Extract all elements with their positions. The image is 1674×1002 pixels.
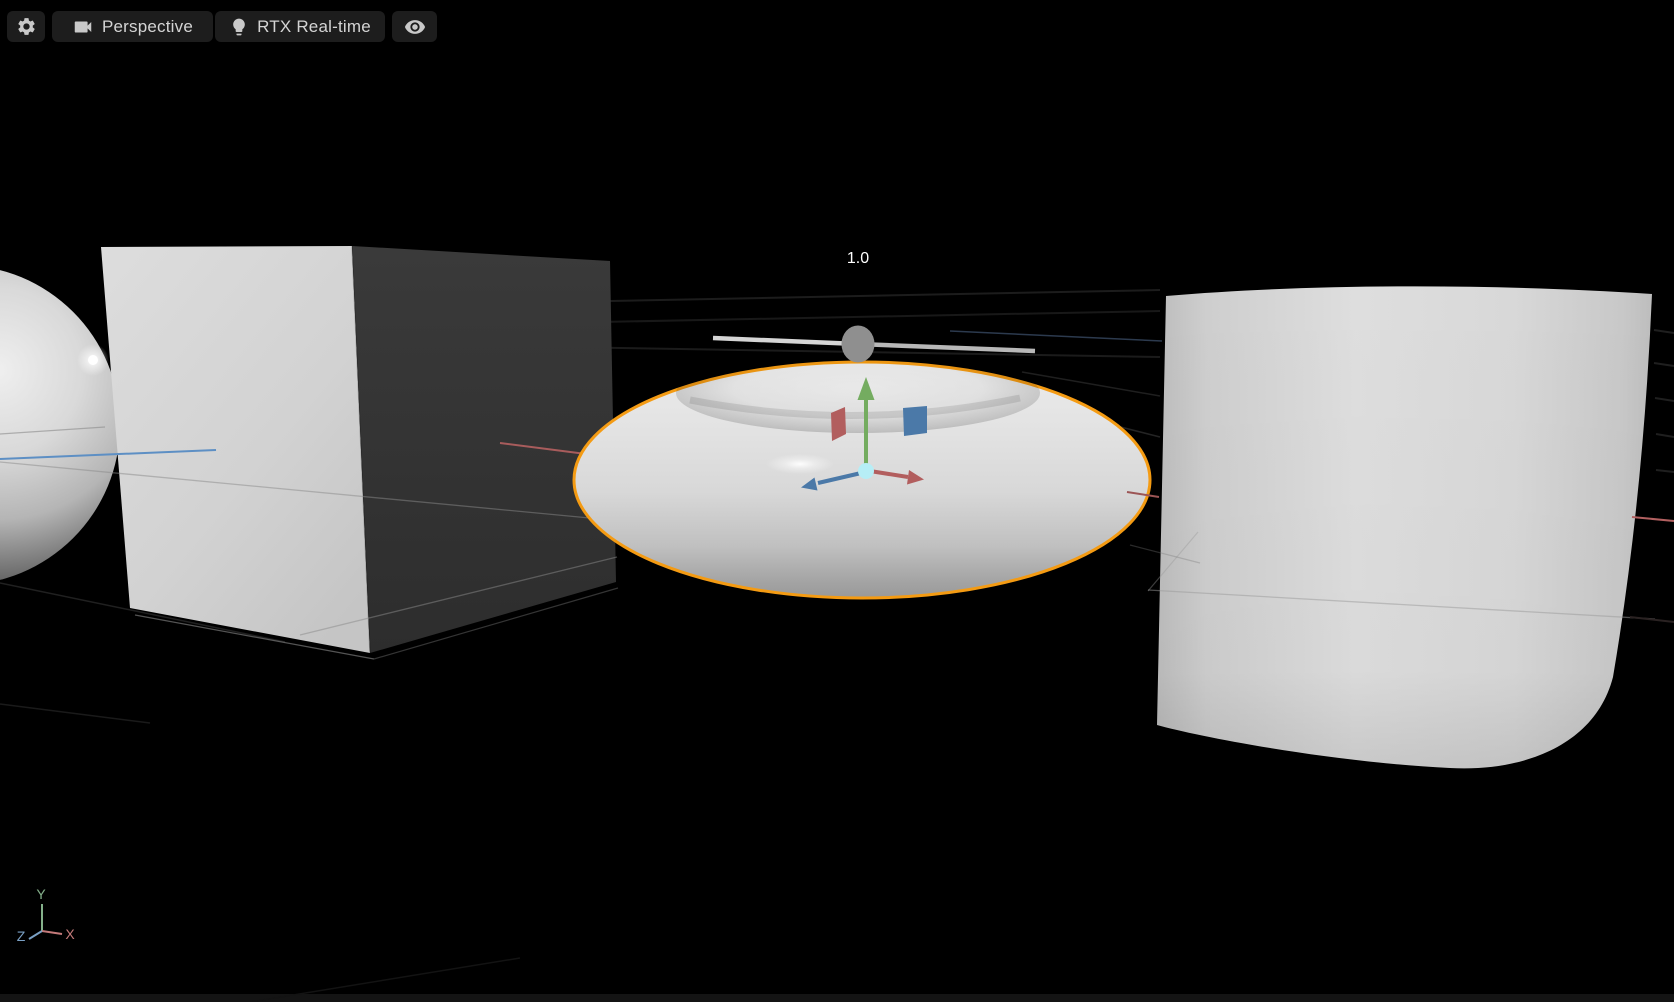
camera-perspective-button[interactable]: Perspective [52, 11, 213, 42]
cylinder-object[interactable] [1157, 286, 1652, 768]
viewport-toolbar: Perspective RTX Real-time [0, 0, 1674, 52]
scale-slider-handle[interactable] [842, 326, 875, 363]
settings-button[interactable] [7, 11, 45, 42]
axis-triad-y-label: Y [36, 886, 46, 902]
gizmo-center-handle[interactable] [858, 463, 874, 479]
torus-hole-shading [676, 353, 1040, 433]
viewport-window: 1.0 Y X Z Perspective [0, 0, 1674, 1002]
visibility-button[interactable] [392, 11, 437, 42]
torus-highlight [766, 454, 834, 474]
ground-glow [0, 994, 1674, 1002]
videocam-icon [72, 16, 94, 38]
axis-triad-z-label: Z [17, 928, 26, 944]
cube-front-face[interactable] [101, 246, 370, 653]
eye-icon [404, 16, 426, 38]
viewport-3d[interactable]: 1.0 Y X Z [0, 0, 1674, 1002]
camera-perspective-label: Perspective [102, 17, 193, 37]
gizmo-plane-handle-blue[interactable] [903, 406, 927, 436]
lightbulb-icon [229, 17, 249, 37]
gear-icon [16, 16, 37, 37]
cube-side-face[interactable] [352, 246, 616, 653]
renderer-label: RTX Real-time [257, 17, 371, 37]
cube-object[interactable] [101, 246, 616, 653]
manipulator-value: 1.0 [847, 250, 869, 267]
renderer-button[interactable]: RTX Real-time [215, 11, 385, 42]
axis-triad-x-label: X [65, 926, 75, 942]
